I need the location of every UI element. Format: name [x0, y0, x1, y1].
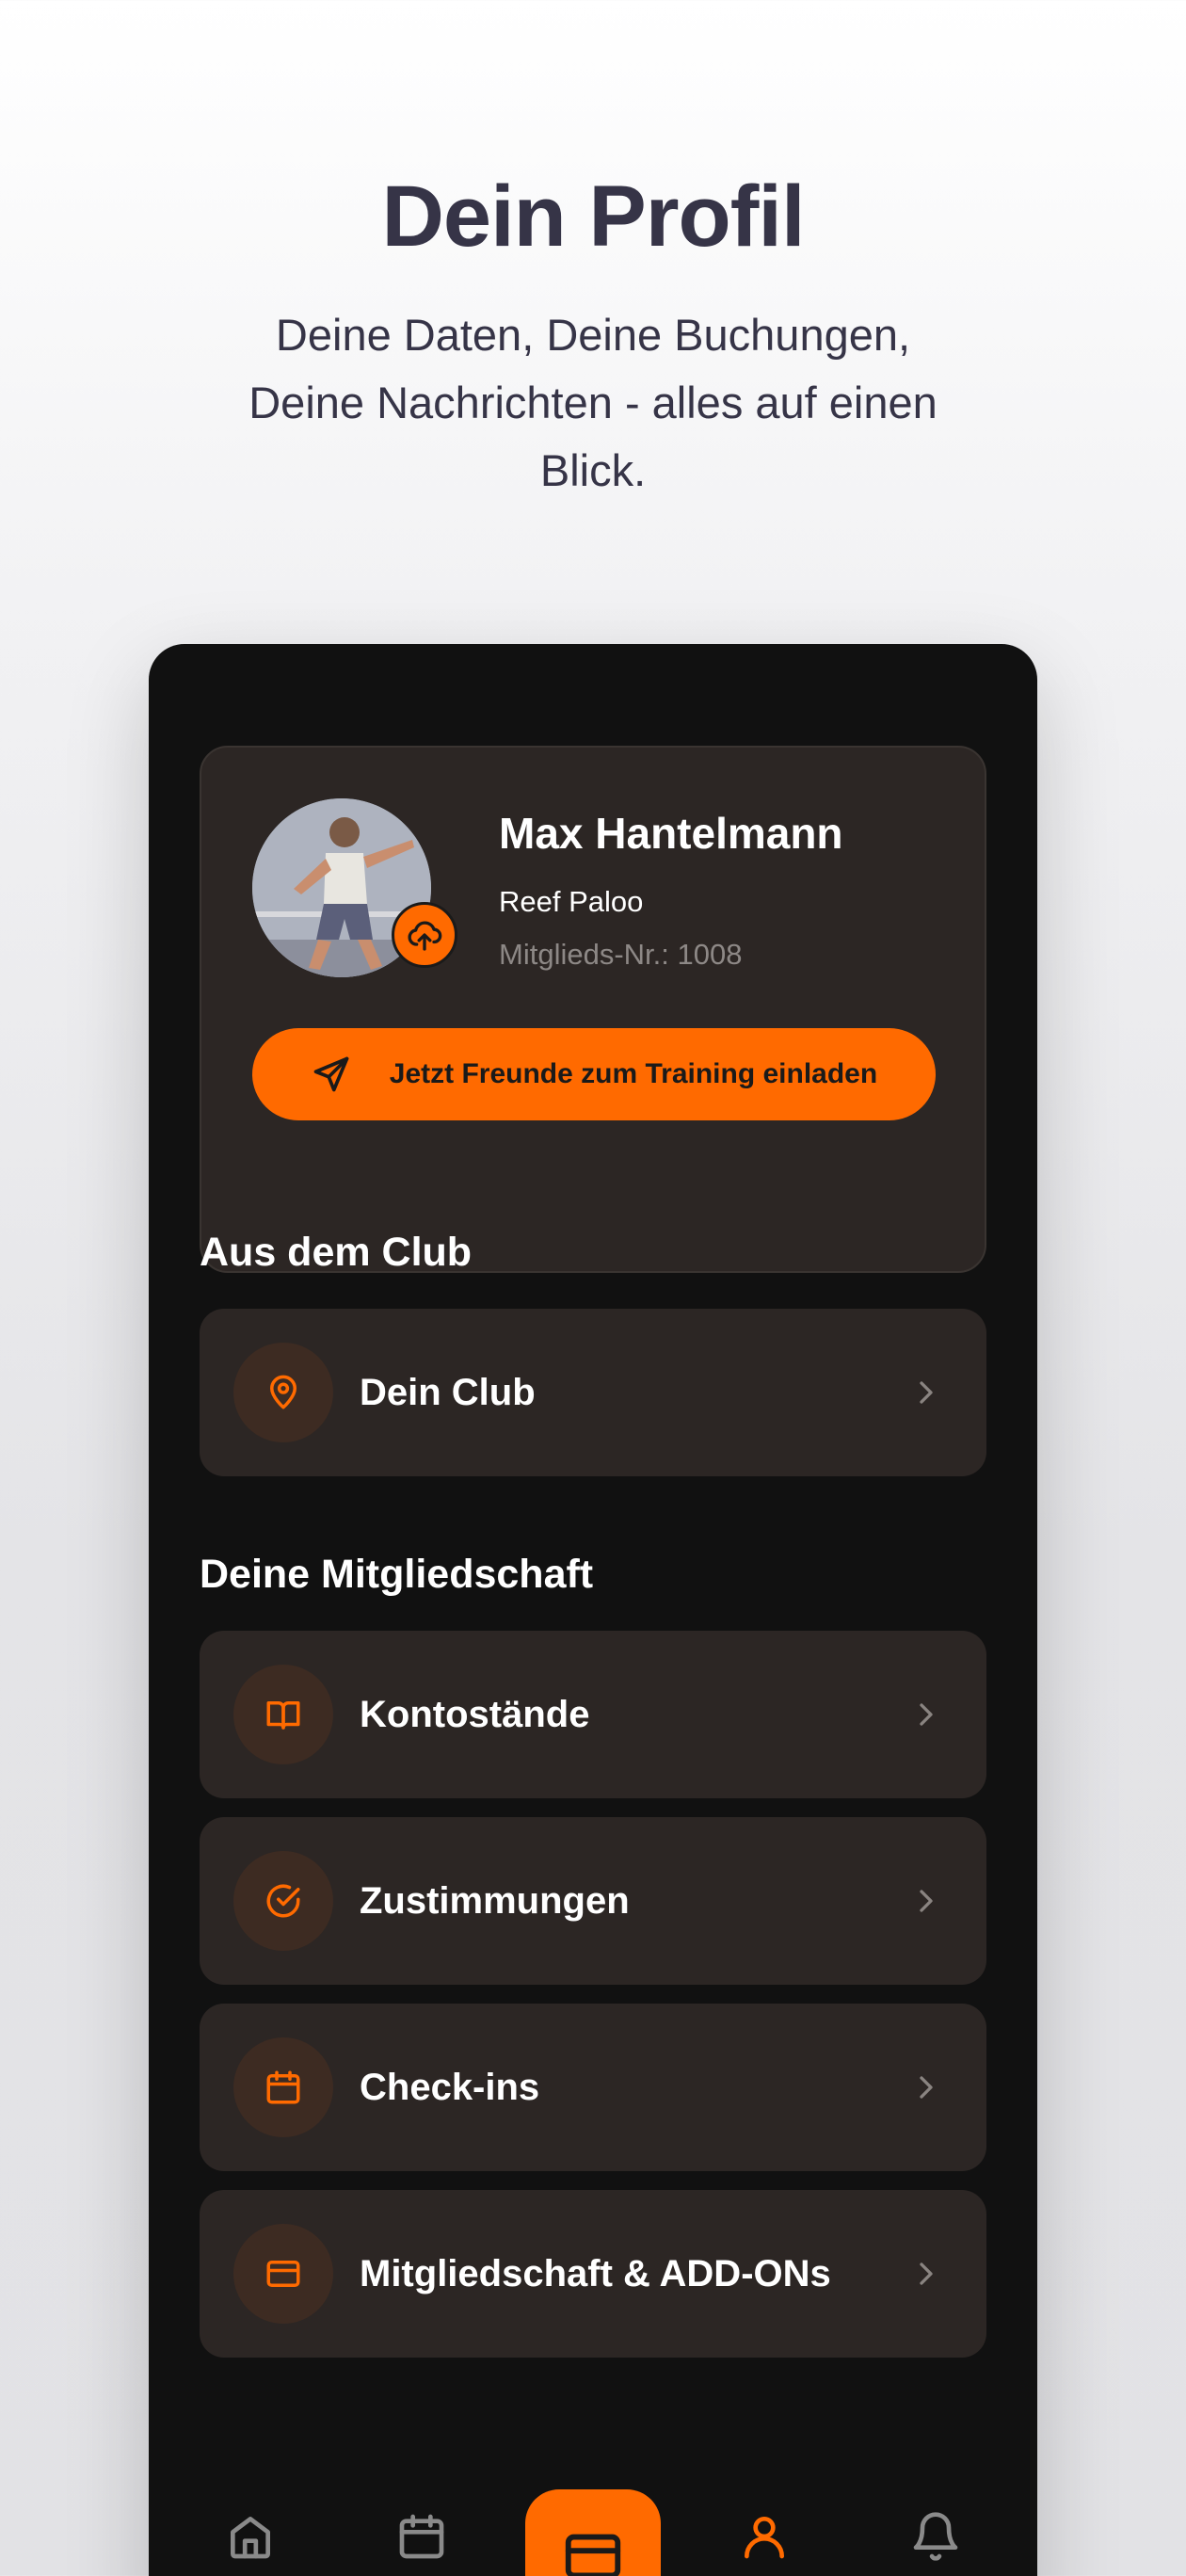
profile-name: Max Hantelmann: [499, 809, 843, 858]
member-number: Mitglieds-Nr.: 1008: [499, 938, 743, 971]
list-item-kontostaende[interactable]: Kontostände: [200, 1631, 986, 1798]
credit-card-icon-wrap: [233, 2224, 333, 2324]
nav-profile[interactable]: [736, 2508, 793, 2565]
nav-notifications[interactable]: [907, 2508, 964, 2565]
list-item-mitgliedschaft[interactable]: Mitgliedschaft & ADD-ONs: [200, 2190, 986, 2358]
nav-home[interactable]: [222, 2508, 279, 2565]
calendar-icon: [399, 2514, 444, 2559]
list-item-check-ins[interactable]: Check-ins: [200, 2004, 986, 2171]
list-item-zustimmungen[interactable]: Zustimmungen: [200, 1817, 986, 1985]
list-item-label: Mitgliedschaft & ADD-ONs: [360, 2253, 831, 2294]
list-item-label: Dein Club: [360, 1372, 536, 1413]
nav-membership-card[interactable]: [525, 2489, 661, 2576]
section-title-club: Aus dem Club: [200, 1230, 473, 1275]
map-pin-icon: [270, 1375, 296, 1409]
page-subtitle: Deine Daten, Deine Buchungen, Deine Nach…: [248, 310, 938, 495]
nav-calendar[interactable]: [393, 2508, 450, 2565]
map-pin-icon-wrap: [233, 1343, 333, 1442]
cloud-upload-icon: [408, 921, 442, 951]
section-title-membership: Deine Mitgliedschaft: [200, 1552, 594, 1597]
bell-icon: [913, 2512, 958, 2561]
list-item-dein-club[interactable]: Dein Club: [200, 1309, 986, 1476]
credit-card-icon: [565, 2534, 621, 2576]
profile-card: Max Hantelmann Reef Paloo Mitglieds-Nr.:…: [200, 746, 986, 1273]
phone-screen: Max Hantelmann Reef Paloo Mitglieds-Nr.:…: [149, 644, 1037, 2576]
page-title: Dein Profil: [381, 169, 805, 265]
chevron-right-icon: [920, 2076, 933, 2099]
chevron-right-icon: [920, 1703, 933, 1726]
upload-photo-button[interactable]: [392, 902, 457, 968]
bottom-nav: [149, 2395, 1037, 2576]
list-item-label: Zustimmungen: [360, 1880, 630, 1922]
home-icon: [231, 2517, 270, 2559]
credit-card-icon: [266, 2261, 300, 2287]
calendar-icon-wrap: [233, 2037, 333, 2137]
list-item-label: Check-ins: [360, 2067, 540, 2108]
check-circle-icon-wrap: [233, 1851, 333, 1951]
chevron-right-icon: [920, 1381, 933, 1404]
chevron-right-icon: [920, 1890, 933, 1912]
send-icon: [313, 1056, 349, 1092]
list-item-label: Kontostände: [360, 1694, 590, 1735]
invite-label: Jetzt Freunde zum Training einladen: [389, 1058, 878, 1089]
invite-friends-button[interactable]: Jetzt Freunde zum Training einladen: [252, 1028, 936, 1120]
profile-club: Reef Paloo: [499, 885, 644, 918]
chevron-right-icon: [920, 2262, 933, 2285]
book-icon-wrap: [233, 1665, 333, 1764]
user-icon: [745, 2517, 784, 2559]
check-circle-icon: [266, 1884, 300, 1918]
book-icon: [266, 1701, 300, 1730]
calendar-icon: [266, 2070, 300, 2104]
